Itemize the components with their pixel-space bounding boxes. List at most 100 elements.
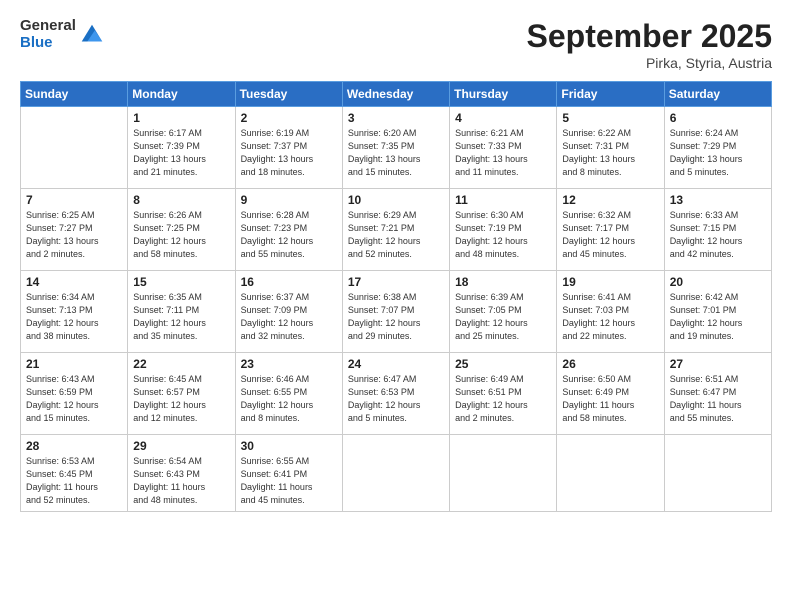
calendar-cell: 16 Sunrise: 6:37 AMSunset: 7:09 PMDayligh… [235, 271, 342, 353]
calendar-cell: 18 Sunrise: 6:39 AMSunset: 7:05 PMDayligh… [450, 271, 557, 353]
weekday-header-friday: Friday [557, 82, 664, 107]
calendar-cell: 7 Sunrise: 6:25 AMSunset: 7:27 PMDaylight… [21, 189, 128, 271]
page: General Blue September 2025 Pirka, Styri… [0, 0, 792, 612]
day-info: Sunrise: 6:35 AMSunset: 7:11 PMDaylight:… [133, 291, 229, 343]
calendar-cell: 14Sunrise: 6:34 AMSunset: 7:13 PMDayligh… [21, 271, 128, 353]
calendar-table: SundayMondayTuesdayWednesdayThursdayFrid… [20, 81, 772, 512]
day-number: 15 [133, 275, 229, 289]
day-info: Sunrise: 6:54 AMSunset: 6:43 PMDaylight:… [133, 455, 229, 507]
day-info: Sunrise: 6:53 AMSunset: 6:45 PMDaylight:… [26, 455, 122, 507]
weekday-header-saturday: Saturday [664, 82, 771, 107]
day-info: Sunrise: 6:49 AMSunset: 6:51 PMDaylight:… [455, 373, 551, 425]
day-number: 11 [455, 193, 551, 207]
day-number: 6 [670, 111, 766, 125]
day-number: 2 [241, 111, 337, 125]
day-number: 18 [455, 275, 551, 289]
calendar-cell: 4Sunrise: 6:21 AMSunset: 7:33 PMDaylight… [450, 107, 557, 189]
day-info: Sunrise: 6:17 AMSunset: 7:39 PMDaylight:… [133, 127, 229, 179]
day-info: Sunrise: 6:25 AMSunset: 7:27 PMDaylight:… [26, 209, 122, 261]
calendar-cell: 5Sunrise: 6:22 AMSunset: 7:31 PMDaylight… [557, 107, 664, 189]
day-info: Sunrise: 6:55 AMSunset: 6:41 PMDaylight:… [241, 455, 337, 507]
day-number: 24 [348, 357, 444, 371]
day-number: 13 [670, 193, 766, 207]
day-number: 29 [133, 439, 229, 453]
weekday-header-monday: Monday [128, 82, 235, 107]
day-info: Sunrise: 6:19 AMSunset: 7:37 PMDaylight:… [241, 127, 337, 179]
calendar-week-1: 1 Sunrise: 6:17 AMSunset: 7:39 PMDaylight… [21, 107, 772, 189]
day-info: Sunrise: 6:43 AMSunset: 6:59 PMDaylight:… [26, 373, 122, 425]
calendar-cell [557, 435, 664, 512]
calendar-cell: 29 Sunrise: 6:54 AMSunset: 6:43 PMDayligh… [128, 435, 235, 512]
calendar-cell [450, 435, 557, 512]
calendar-cell: 21 Sunrise: 6:43 AMSunset: 6:59 PMDayligh… [21, 353, 128, 435]
day-info: Sunrise: 6:51 AMSunset: 6:47 PMDaylight:… [670, 373, 766, 425]
calendar-cell: 6 Sunrise: 6:24 AMSunset: 7:29 PMDaylight… [664, 107, 771, 189]
calendar-cell: 19 Sunrise: 6:41 AMSunset: 7:03 PMDayligh… [557, 271, 664, 353]
day-info: Sunrise: 6:37 AMSunset: 7:09 PMDaylight:… [241, 291, 337, 343]
logo-icon [78, 21, 106, 49]
calendar-week-4: 21 Sunrise: 6:43 AMSunset: 6:59 PMDayligh… [21, 353, 772, 435]
calendar-cell: 26Sunrise: 6:50 AMSunset: 6:49 PMDayligh… [557, 353, 664, 435]
calendar-cell: 9 Sunrise: 6:28 AMSunset: 7:23 PMDaylight… [235, 189, 342, 271]
calendar-cell: 25 Sunrise: 6:49 AMSunset: 6:51 PMDayligh… [450, 353, 557, 435]
day-info: Sunrise: 6:46 AMSunset: 6:55 PMDaylight:… [241, 373, 337, 425]
day-info: Sunrise: 6:30 AMSunset: 7:19 PMDaylight:… [455, 209, 551, 261]
day-info: Sunrise: 6:29 AMSunset: 7:21 PMDaylight:… [348, 209, 444, 261]
calendar-cell: 10 Sunrise: 6:29 AMSunset: 7:21 PMDayligh… [342, 189, 449, 271]
day-info: Sunrise: 6:47 AMSunset: 6:53 PMDaylight:… [348, 373, 444, 425]
calendar-week-5: 28Sunrise: 6:53 AMSunset: 6:45 PMDayligh… [21, 435, 772, 512]
day-number: 25 [455, 357, 551, 371]
day-number: 19 [562, 275, 658, 289]
day-number: 22 [133, 357, 229, 371]
day-info: Sunrise: 6:24 AMSunset: 7:29 PMDaylight:… [670, 127, 766, 179]
calendar-cell: 22 Sunrise: 6:45 AMSunset: 6:57 PMDayligh… [128, 353, 235, 435]
day-number: 16 [241, 275, 337, 289]
calendar-cell [21, 107, 128, 189]
day-number: 20 [670, 275, 766, 289]
weekday-header-sunday: Sunday [21, 82, 128, 107]
day-number: 26 [562, 357, 658, 371]
calendar-cell: 12Sunrise: 6:32 AMSunset: 7:17 PMDayligh… [557, 189, 664, 271]
calendar-cell: 20 Sunrise: 6:42 AMSunset: 7:01 PMDayligh… [664, 271, 771, 353]
day-number: 9 [241, 193, 337, 207]
day-info: Sunrise: 6:45 AMSunset: 6:57 PMDaylight:… [133, 373, 229, 425]
calendar-cell: 24 Sunrise: 6:47 AMSunset: 6:53 PMDayligh… [342, 353, 449, 435]
calendar-header-row: SundayMondayTuesdayWednesdayThursdayFrid… [21, 82, 772, 107]
month-title: September 2025 [527, 18, 772, 55]
calendar-cell: 11 Sunrise: 6:30 AMSunset: 7:19 PMDayligh… [450, 189, 557, 271]
day-number: 3 [348, 111, 444, 125]
calendar-week-2: 7 Sunrise: 6:25 AMSunset: 7:27 PMDaylight… [21, 189, 772, 271]
calendar-cell: 15 Sunrise: 6:35 AMSunset: 7:11 PMDayligh… [128, 271, 235, 353]
calendar-cell [342, 435, 449, 512]
day-number: 1 [133, 111, 229, 125]
logo: General Blue [20, 18, 106, 51]
day-number: 8 [133, 193, 229, 207]
day-number: 10 [348, 193, 444, 207]
calendar-cell: 13 Sunrise: 6:33 AMSunset: 7:15 PMDayligh… [664, 189, 771, 271]
day-info: Sunrise: 6:22 AMSunset: 7:31 PMDaylight:… [562, 127, 658, 179]
logo-text: General Blue [20, 18, 76, 51]
calendar-cell: 23 Sunrise: 6:46 AMSunset: 6:55 PMDayligh… [235, 353, 342, 435]
day-info: Sunrise: 6:28 AMSunset: 7:23 PMDaylight:… [241, 209, 337, 261]
day-number: 14 [26, 275, 122, 289]
calendar-cell: 1 Sunrise: 6:17 AMSunset: 7:39 PMDaylight… [128, 107, 235, 189]
day-info: Sunrise: 6:39 AMSunset: 7:05 PMDaylight:… [455, 291, 551, 343]
calendar-cell: 3 Sunrise: 6:20 AMSunset: 7:35 PMDaylight… [342, 107, 449, 189]
calendar-cell: 8 Sunrise: 6:26 AMSunset: 7:25 PMDaylight… [128, 189, 235, 271]
day-number: 7 [26, 193, 122, 207]
day-number: 30 [241, 439, 337, 453]
day-number: 21 [26, 357, 122, 371]
day-info: Sunrise: 6:33 AMSunset: 7:15 PMDaylight:… [670, 209, 766, 261]
day-info: Sunrise: 6:26 AMSunset: 7:25 PMDaylight:… [133, 209, 229, 261]
day-number: 27 [670, 357, 766, 371]
day-info: Sunrise: 6:42 AMSunset: 7:01 PMDaylight:… [670, 291, 766, 343]
location: Pirka, Styria, Austria [527, 55, 772, 71]
calendar-week-3: 14Sunrise: 6:34 AMSunset: 7:13 PMDayligh… [21, 271, 772, 353]
day-info: Sunrise: 6:41 AMSunset: 7:03 PMDaylight:… [562, 291, 658, 343]
calendar-cell: 28Sunrise: 6:53 AMSunset: 6:45 PMDayligh… [21, 435, 128, 512]
day-number: 23 [241, 357, 337, 371]
calendar-cell [664, 435, 771, 512]
calendar-cell: 30 Sunrise: 6:55 AMSunset: 6:41 PMDayligh… [235, 435, 342, 512]
day-number: 4 [455, 111, 551, 125]
day-info: Sunrise: 6:20 AMSunset: 7:35 PMDaylight:… [348, 127, 444, 179]
